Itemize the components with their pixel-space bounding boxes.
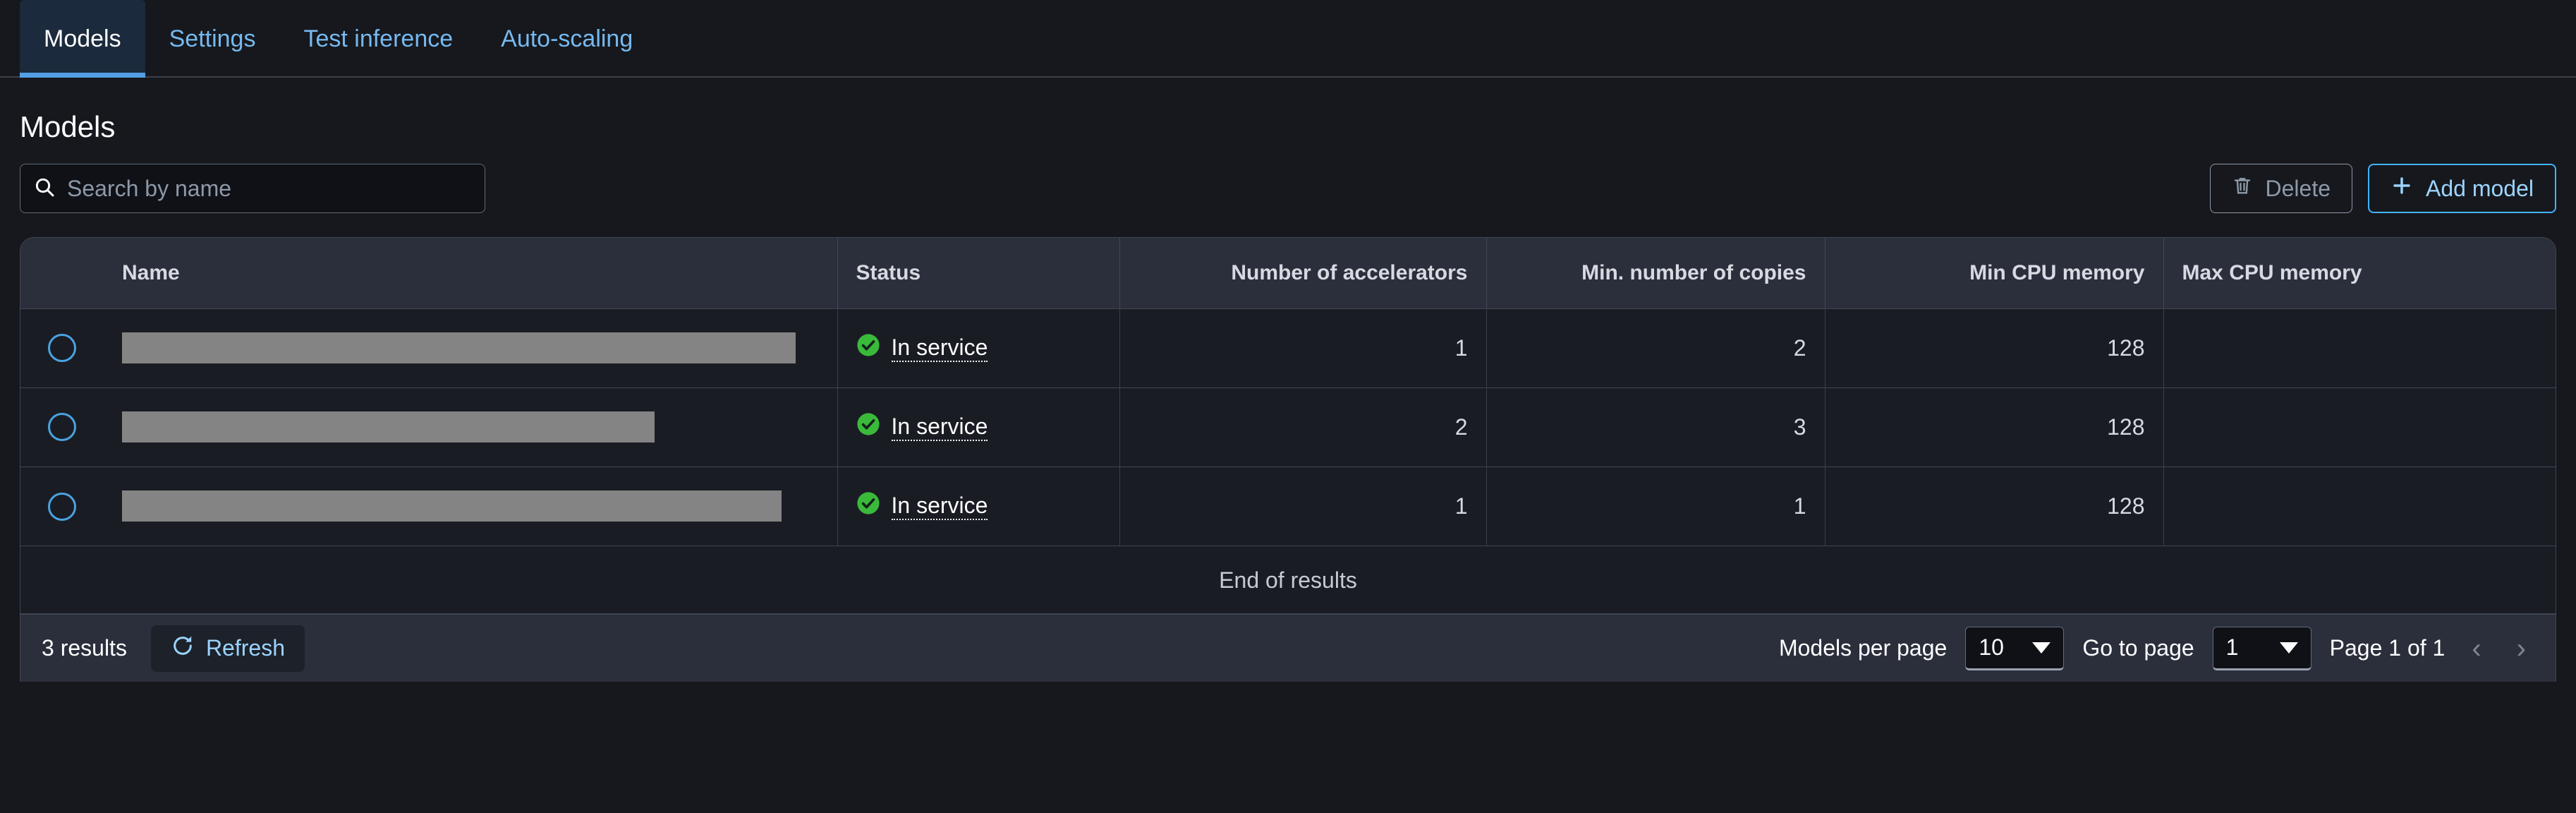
trash-icon (2232, 174, 2253, 203)
row-max-cpu-memory-cell (2163, 308, 2556, 387)
row-name-cell (104, 387, 838, 466)
column-header-min-copies: Min. number of copies (1486, 238, 1825, 308)
add-model-button[interactable]: Add model (2368, 164, 2556, 213)
tab-test-inference-label: Test inference (303, 25, 454, 52)
toolbar: Delete Add model (20, 164, 2556, 237)
row-accelerators-cell: 1 (1119, 466, 1487, 546)
table-footer: 3 results Refresh Models per page 10 Go … (20, 614, 2556, 682)
redacted-model-name (122, 490, 782, 522)
models-per-page-label: Models per page (1778, 635, 1948, 661)
toolbar-actions: Delete Add model (2209, 164, 2556, 213)
row-name-cell (104, 308, 838, 387)
tab-bar: Models Settings Test inference Auto-scal… (0, 0, 2576, 78)
delete-button[interactable]: Delete (2209, 164, 2353, 213)
chevron-down-icon (2279, 642, 2298, 654)
row-min-copies-cell: 1 (1486, 466, 1825, 546)
row-radio-button[interactable] (48, 413, 76, 442)
column-header-select (20, 238, 104, 308)
column-header-name: Name (104, 238, 838, 308)
tab-settings[interactable]: Settings (145, 0, 280, 78)
row-radio-button[interactable] (48, 334, 76, 363)
row-accelerators-cell: 1 (1119, 308, 1487, 387)
search-icon (33, 176, 67, 202)
tab-auto-scaling-label: Auto-scaling (501, 25, 633, 52)
table-body: In service 1 2 128 In service 2 3 128 In… (20, 308, 2556, 546)
row-min-cpu-memory-cell: 128 (1825, 308, 2164, 387)
table-header-row: Name Status Number of accelerators Min. … (20, 238, 2556, 308)
tab-settings-label: Settings (169, 25, 256, 52)
row-max-cpu-memory-cell (2163, 466, 2556, 546)
previous-page-button[interactable]: ‹ (2463, 634, 2489, 663)
refresh-button[interactable]: Refresh (150, 625, 305, 672)
status-ok-icon (856, 412, 880, 442)
table-row[interactable]: In service 1 2 128 (20, 308, 2556, 387)
status-ok-icon (856, 333, 880, 363)
search-input[interactable] (67, 175, 472, 202)
tab-auto-scaling[interactable]: Auto-scaling (477, 0, 657, 78)
models-per-page-select[interactable]: 10 (1965, 626, 2065, 670)
row-status-cell: In service (837, 466, 1120, 546)
go-to-page-label: Go to page (2082, 635, 2194, 661)
go-to-page-value: 1 (2225, 634, 2239, 660)
plus-icon (2390, 174, 2413, 203)
tab-models-label: Models (44, 25, 121, 52)
chevron-down-icon (2032, 642, 2051, 654)
row-accelerators-cell: 2 (1119, 387, 1487, 466)
end-of-results: End of results (20, 546, 2556, 613)
status-badge[interactable]: In service (891, 335, 988, 362)
status-badge[interactable]: In service (891, 414, 988, 441)
column-header-accelerators: Number of accelerators (1119, 238, 1487, 308)
pagination-controls: Models per page 10 Go to page 1 Page 1 o… (1778, 626, 2534, 670)
table-header: Name Status Number of accelerators Min. … (20, 238, 2556, 308)
column-header-max-cpu-memory: Max CPU memory (2182, 260, 2362, 284)
table-row[interactable]: In service 1 1 128 (20, 466, 2556, 546)
page-content: Models D (0, 78, 2576, 682)
page-indicator: Page 1 of 1 (2329, 635, 2446, 661)
tab-models[interactable]: Models (20, 0, 145, 78)
next-page-button[interactable]: › (2508, 634, 2534, 663)
column-header-status: Status (837, 238, 1120, 308)
row-min-copies-cell: 2 (1486, 308, 1825, 387)
models-per-page-value: 10 (1979, 634, 2004, 660)
row-name-cell (104, 466, 838, 546)
row-max-cpu-memory-cell (2163, 387, 2556, 466)
results-count: 3 results (42, 635, 127, 661)
page-title: Models (20, 110, 116, 143)
go-to-page-select[interactable]: 1 (2212, 626, 2311, 670)
refresh-button-label: Refresh (205, 635, 285, 661)
refresh-icon (171, 634, 195, 663)
row-min-cpu-memory-cell: 128 (1825, 387, 2164, 466)
models-table: Name Status Number of accelerators Min. … (20, 237, 2556, 614)
row-min-cpu-memory-cell: 128 (1825, 466, 2164, 546)
tab-test-inference[interactable]: Test inference (279, 0, 477, 78)
redacted-model-name (122, 411, 655, 442)
add-model-button-label: Add model (2426, 175, 2534, 201)
row-radio-button[interactable] (48, 492, 76, 521)
status-badge[interactable]: In service (891, 493, 988, 520)
table-row[interactable]: In service 2 3 128 (20, 387, 2556, 466)
row-status-cell: In service (837, 387, 1120, 466)
row-select-cell (20, 387, 104, 466)
row-min-copies-cell: 3 (1486, 387, 1825, 466)
row-select-cell (20, 466, 104, 546)
column-header-min-cpu-memory: Min CPU memory (1825, 238, 2164, 308)
redacted-model-name (122, 332, 796, 363)
row-status-cell: In service (837, 308, 1120, 387)
row-select-cell (20, 308, 104, 387)
status-ok-icon (856, 491, 880, 521)
delete-button-label: Delete (2265, 175, 2331, 201)
search-box[interactable] (20, 164, 485, 213)
